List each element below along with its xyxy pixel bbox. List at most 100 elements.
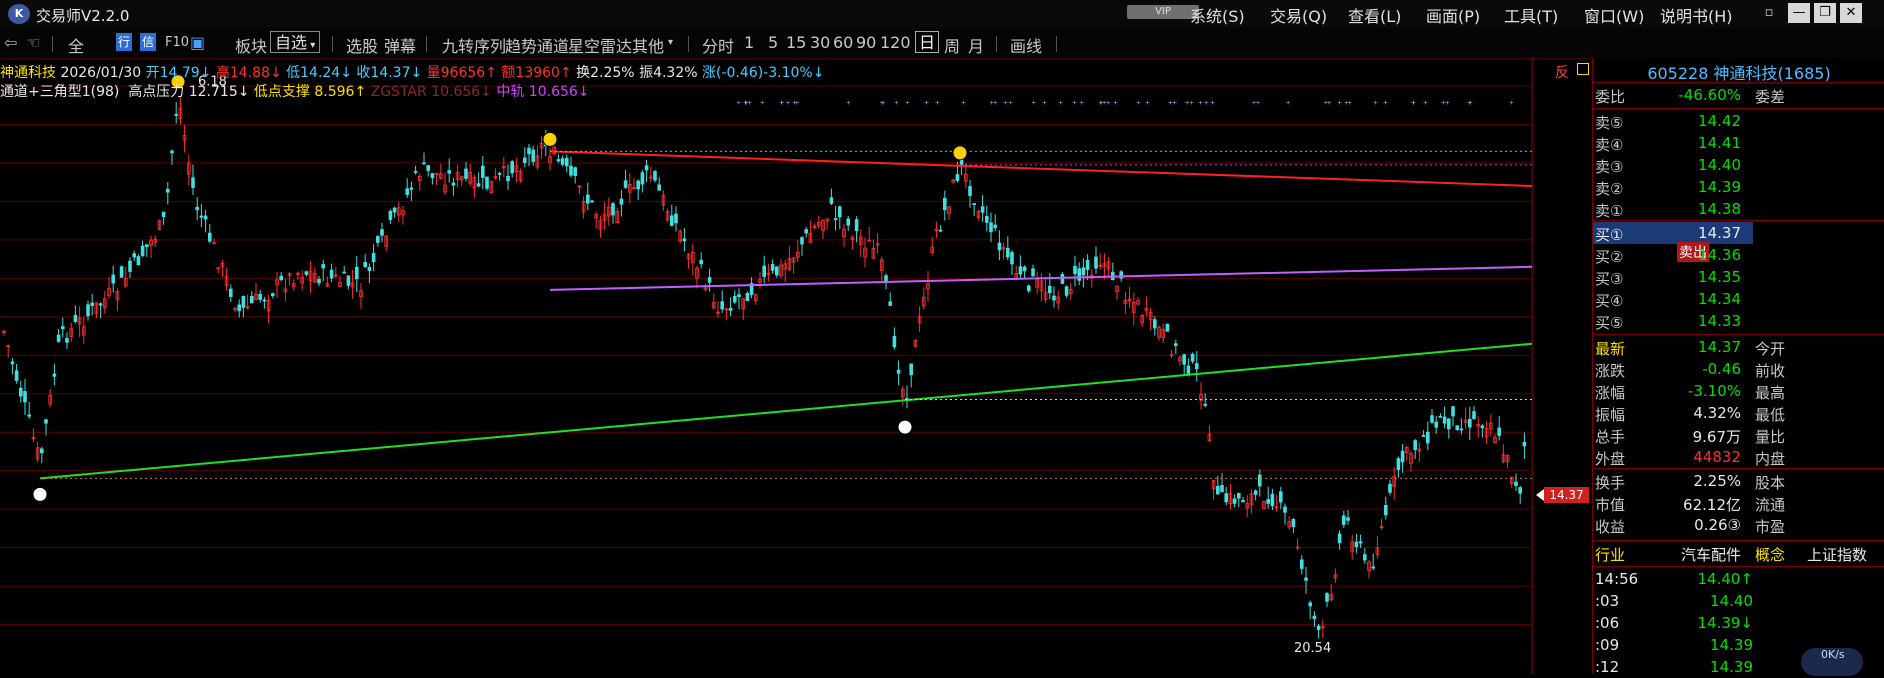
period-30[interactable]: 30 — [810, 33, 830, 52]
concept-label[interactable]: 概念 — [1755, 544, 1785, 565]
signal-mark: ⁺ — [1136, 100, 1141, 111]
candle-body — [838, 206, 842, 218]
current-price-tag: 14.37 — [1544, 487, 1589, 503]
candle-body — [1220, 485, 1224, 493]
candle-body — [1216, 485, 1220, 495]
signal-mark: ⁺ — [1172, 100, 1177, 111]
layout-icon[interactable]: ▣ — [190, 33, 205, 52]
period-month[interactable]: 月 — [968, 33, 984, 57]
candle-body — [670, 215, 674, 226]
stock-header[interactable]: 605228 神通科技(1685) — [1593, 60, 1884, 84]
candle-body — [195, 206, 200, 211]
candle-body — [140, 245, 145, 256]
candle-body — [985, 215, 989, 223]
candle-body — [1426, 431, 1430, 444]
bankuai-button[interactable]: 板块 — [235, 33, 267, 57]
qushi-button[interactable]: 趋势通道 — [505, 33, 569, 57]
maximize-button[interactable]: ❐ — [1814, 3, 1836, 23]
hand-icon[interactable]: ☜ — [26, 33, 40, 52]
candle-body — [1451, 406, 1455, 417]
candle-body — [1421, 434, 1426, 437]
kline-chart[interactable]: 6.007.008.009.0010.0011.0012.0013.0014.0… — [0, 58, 1534, 674]
period-120[interactable]: 120 — [880, 33, 911, 52]
candle-body — [65, 337, 69, 343]
divider — [52, 36, 53, 52]
stat-row-0-value: 14.37 — [1698, 338, 1741, 356]
restore-small-icon[interactable]: ▫ — [1758, 3, 1780, 23]
candle-body — [1304, 577, 1308, 581]
xuangu-button[interactable]: 选股 — [346, 33, 378, 57]
qita-chevron-icon[interactable]: ▾ — [668, 37, 673, 48]
signal-mark: ⁺ — [760, 100, 765, 111]
f10-button[interactable]: F10 — [165, 35, 189, 50]
candle-body — [989, 222, 993, 233]
candle-body — [1073, 265, 1077, 275]
period-week[interactable]: 周 — [944, 33, 960, 57]
xingkong-button[interactable]: 星空雷达 — [568, 33, 632, 57]
candle-body — [1430, 415, 1434, 423]
candle-body — [1497, 427, 1502, 436]
close-button[interactable]: ✕ — [1840, 3, 1862, 23]
xin-button[interactable]: 信 — [140, 33, 156, 51]
quote-panel: 605228 神通科技(1685) 委比 -46.60% 委差 卖出 行业 汽车… — [1592, 58, 1884, 676]
candle-body — [207, 232, 212, 242]
sell-row-2-value: 14.39 — [1698, 178, 1741, 196]
index-value[interactable]: 上证指数 — [1807, 544, 1884, 565]
candle-body — [1400, 450, 1405, 463]
stat-row-2-label: 涨幅 — [1595, 384, 1626, 402]
period-90[interactable]: 90 — [856, 33, 876, 52]
candle-body — [674, 213, 678, 224]
candle-body — [1237, 492, 1241, 499]
period-5[interactable]: 5 — [768, 33, 778, 52]
menu-trade[interactable]: 交易(Q) — [1270, 3, 1327, 27]
sell-row-2-label: 卖② — [1595, 180, 1624, 198]
menu-tools[interactable]: 工具(T) — [1504, 3, 1558, 27]
stat2-row-0: 换手 2.25% 股本 — [1593, 470, 1884, 492]
period-fenshi[interactable]: 分时 — [702, 33, 734, 57]
signal-mark: ⁺ — [1383, 100, 1388, 111]
kline-info-line: 神通科技 2026/01/30 开14.79↓ 高14.88↓ 低14.24↓ … — [0, 62, 824, 82]
signal-mark: ⁺ — [785, 100, 790, 111]
zixuan-dropdown[interactable]: 自选 ▾ — [270, 31, 320, 53]
menu-screen[interactable]: 画面(P) — [1426, 3, 1480, 27]
candle-body — [657, 184, 661, 191]
menu-window[interactable]: 窗口(W) — [1584, 3, 1644, 27]
stat-row-1-label-2: 前收 — [1755, 362, 1786, 380]
candle-body — [1022, 266, 1027, 272]
signal-mark: ⁺ — [1468, 100, 1473, 111]
menu-help[interactable]: 说明书(H) — [1660, 3, 1733, 27]
hang-button[interactable]: 行 — [116, 33, 132, 51]
candle-body — [1455, 425, 1460, 431]
jiuzhuan-button[interactable]: 九转序列 — [442, 33, 506, 57]
buy-row-1-label: 买① — [1595, 226, 1624, 244]
period-15[interactable]: 15 — [786, 33, 806, 52]
tanmu-button[interactable]: 弹幕 — [384, 33, 416, 57]
menu-system[interactable]: 系统(S) — [1190, 3, 1245, 27]
vip-badge[interactable]: VIP — [1127, 5, 1199, 19]
minimize-button[interactable]: — — [1788, 3, 1810, 23]
candle-body — [762, 265, 766, 277]
candle-body — [707, 277, 712, 283]
candle-body — [375, 236, 380, 243]
back-icon[interactable]: ⇦ — [4, 33, 17, 52]
panel-toggle-icon[interactable] — [1577, 63, 1589, 75]
stat-row-0-label-2: 今开 — [1755, 340, 1786, 358]
qita-button[interactable]: 其他 — [632, 33, 664, 57]
period-day[interactable]: 日 — [915, 31, 939, 53]
indicator-name[interactable]: 通道+三角型1(98) — [0, 84, 119, 100]
all-button[interactable]: 全 — [68, 33, 84, 57]
menu-view[interactable]: 查看(L) — [1348, 3, 1401, 27]
period-60[interactable]: 60 — [833, 33, 853, 52]
fan-label[interactable]: 反 — [1555, 62, 1569, 82]
candle-body — [1442, 416, 1447, 424]
divider — [1593, 566, 1884, 567]
period-1[interactable]: 1 — [744, 33, 754, 52]
signal-mark: ⁺ — [736, 100, 741, 111]
industry-value[interactable]: 汽车配件 — [1653, 544, 1741, 565]
candle-body — [1480, 425, 1485, 429]
huaxian-button[interactable]: 画线 — [1010, 33, 1042, 57]
candle-body — [23, 391, 27, 403]
signal-mark: ⁺ — [993, 100, 998, 111]
candle-body — [10, 361, 15, 365]
app-logo-icon: K — [8, 4, 30, 24]
